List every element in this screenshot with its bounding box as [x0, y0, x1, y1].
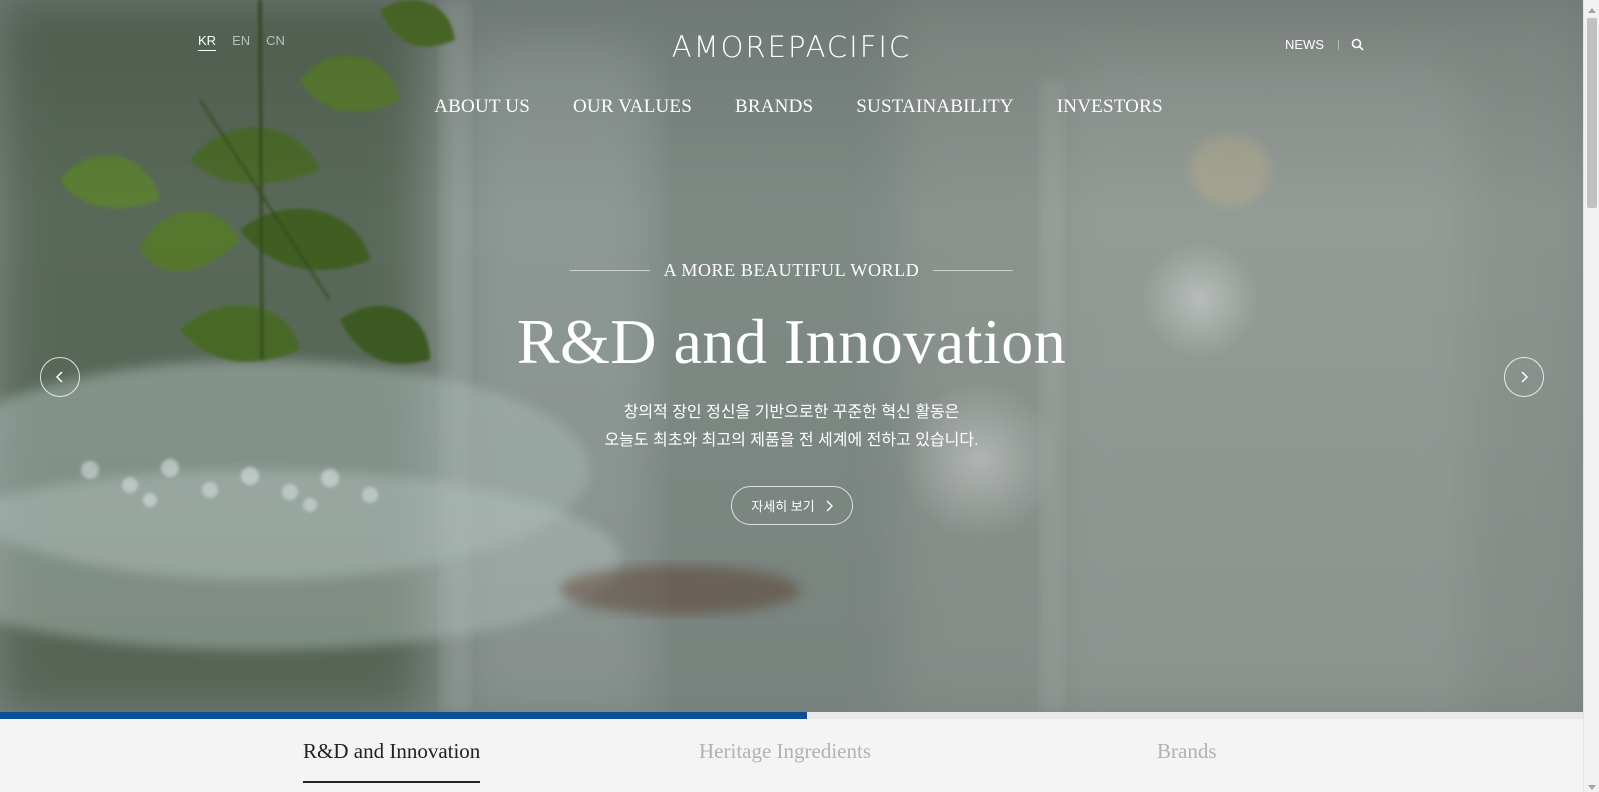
nav-item-brands[interactable]: BRANDS — [735, 96, 813, 118]
nav-item-our-values[interactable]: OUR VALUES — [573, 96, 692, 118]
slide-progress-fill — [0, 712, 808, 719]
page-scrollbar[interactable] — [1583, 0, 1599, 792]
nav-item-investors[interactable]: INVESTORS — [1057, 96, 1163, 118]
hero-eyebrow-text: A MORE BEAUTIFUL WORLD — [663, 260, 920, 280]
scroll-up-arrow-icon[interactable] — [1587, 3, 1597, 13]
hero-description-line-2: 오늘도 최초와 최고의 제품을 전 세계에 전하고 있습니다. — [604, 432, 979, 449]
hero-eyebrow: A MORE BEAUTIFUL WORLD — [0, 260, 1583, 281]
utility-divider — [1338, 39, 1339, 50]
utility-menu: NEWS — [1285, 37, 1365, 52]
slide-next-button[interactable] — [1504, 357, 1544, 397]
view-details-label: 자세히 보기 — [751, 499, 815, 514]
hero-description: 창의적 장인 정신을 기반으로한 꾸준한 혁신 활동은 오늘도 최초와 최고의 … — [0, 399, 1583, 455]
eyebrow-line-right — [933, 270, 1014, 271]
view-details-button[interactable]: 자세히 보기 — [731, 486, 853, 525]
hero-slide: KR EN CN AMOREPACIFIC NEWS ABOUT US OUR … — [0, 0, 1583, 712]
slide-prev-button[interactable] — [40, 357, 80, 397]
nav-item-sustainability[interactable]: SUSTAINABILITY — [856, 96, 1014, 118]
slide-progress-bar — [0, 712, 1583, 719]
page: KR EN CN AMOREPACIFIC NEWS ABOUT US OUR … — [0, 0, 1599, 792]
nav-item-about-us[interactable]: ABOUT US — [434, 96, 530, 118]
chevron-right-icon — [1519, 370, 1529, 384]
chevron-left-icon — [55, 370, 65, 384]
scrollbar-thumb[interactable] — [1587, 18, 1597, 208]
hero-title: R&D and Innovation — [516, 306, 1067, 377]
chevron-right-icon — [825, 500, 833, 512]
eyebrow-line-left — [569, 270, 650, 271]
tab-brands[interactable]: Brands — [1157, 739, 1217, 764]
slide-tabs: R&D and Innovation Heritage Ingredients … — [0, 719, 1583, 792]
tab-rd-innovation[interactable]: R&D and Innovation — [303, 739, 481, 783]
news-link[interactable]: NEWS — [1285, 37, 1324, 52]
main-navigation: ABOUT US OUR VALUES BRANDS SUSTAINABILIT… — [0, 96, 1583, 118]
hero-description-line-1: 창의적 장인 정신을 기반으로한 꾸준한 혁신 활동은 — [623, 404, 960, 421]
search-icon[interactable] — [1351, 38, 1365, 52]
tab-heritage-ingredients[interactable]: Heritage Ingredients — [699, 739, 871, 764]
scroll-down-arrow-icon[interactable] — [1587, 779, 1597, 790]
